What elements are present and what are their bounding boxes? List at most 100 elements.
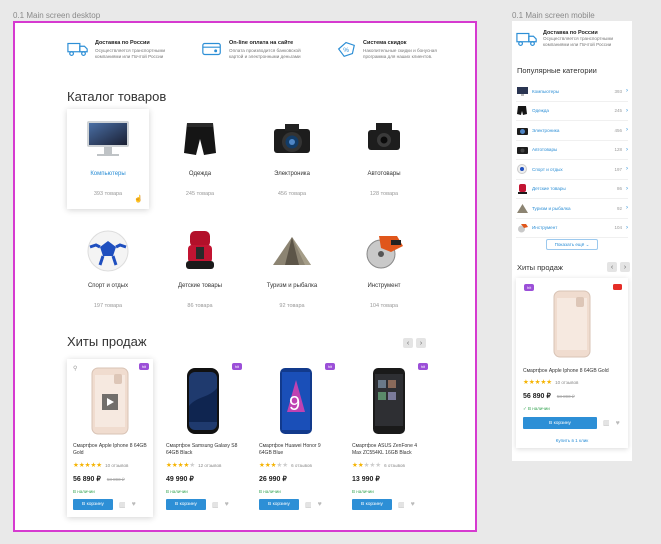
mobile-category-item[interactable]: Спорт и отдых 197 › <box>516 160 628 180</box>
compare-icon[interactable]: ▥ <box>603 419 610 427</box>
shorts-icon <box>516 106 528 116</box>
truck-icon <box>67 42 88 57</box>
chevron-left-icon[interactable]: ‹ <box>607 262 617 272</box>
hits-carousel-arrows: ‹ › <box>403 338 426 348</box>
heart-icon[interactable]: ♥ <box>132 501 136 508</box>
video-icon[interactable] <box>613 284 622 290</box>
product-name[interactable]: Смартфон ASUS ZenFone 4 Max ZC554KL 16GB… <box>352 443 426 457</box>
feature-text: Оплата производится банковской картой и … <box>229 48 301 59</box>
mobile-feature-delivery: Доставка по России Осуществляется транспо… <box>516 30 629 48</box>
mobile-product-card[interactable]: hit Смартфон Apple Iphone 8 64GB Gold ★★… <box>516 278 628 448</box>
category-count: 245 товара <box>185 191 215 197</box>
compare-icon[interactable]: ▥ <box>398 501 405 509</box>
category-card-electronics[interactable]: Электроника 456 товара <box>251 109 333 209</box>
category-card-tools[interactable]: Инструмент 104 товара <box>343 221 425 321</box>
price: 56 890 ₽ <box>73 476 101 483</box>
feature-text: Осуществляется транспортными компаниями … <box>543 36 614 47</box>
category-count: 104 <box>614 225 622 231</box>
category-name: Электроника <box>274 171 310 177</box>
discount-icon: % <box>337 41 355 58</box>
chevron-right-icon[interactable]: › <box>416 338 426 348</box>
compare-icon[interactable]: ▥ <box>212 501 219 509</box>
compare-icon[interactable]: ▥ <box>305 501 312 509</box>
dashcam-icon <box>516 145 528 155</box>
chevron-right-icon: › <box>626 224 628 231</box>
feature-title: Система скидок <box>363 40 407 46</box>
feature-payment: On-line оплата на сайте Оплата производит… <box>201 40 313 60</box>
add-to-cart-button[interactable]: В корзину <box>352 499 392 510</box>
category-card-computers[interactable]: Компьютеры 393 товара ☝ <box>67 109 149 209</box>
category-card-clothes[interactable]: Одежда 245 товара <box>159 109 241 209</box>
compare-icon[interactable]: ▥ <box>119 501 126 509</box>
category-count: 456 товара <box>277 191 307 197</box>
catalog-title: Каталог товаров <box>67 89 167 104</box>
product-name[interactable]: Смартфон Apple Iphone 8 64GB Gold <box>523 368 621 374</box>
mobile-category-item[interactable]: Одежда 245 › <box>516 102 628 121</box>
add-to-cart-button[interactable]: В корзину <box>259 499 299 510</box>
mobile-category-item[interactable]: Электроника 456 › <box>516 121 628 141</box>
catalog-grid: Компьютеры 393 товара ☝ Одежда 245 товар… <box>67 109 437 321</box>
mobile-category-item[interactable]: Компьютеры 393 › <box>516 82 628 102</box>
product-card[interactable]: hit Смартфон ASUS ZenFone 4 Max ZC554KL … <box>346 359 432 517</box>
popular-categories-title: Популярные категории <box>517 66 597 75</box>
product-name[interactable]: Смартфон Apple Iphone 8 64GB Gold <box>73 443 147 457</box>
price: 13 990 ₽ <box>352 476 380 483</box>
mobile-hits-arrows: ‹ › <box>607 262 630 272</box>
add-to-cart-button[interactable]: В корзину <box>166 499 206 510</box>
product-card[interactable]: ⚲ hit Смартфон Apple Iphone 8 64GB Gold … <box>67 359 153 517</box>
chevron-right-icon[interactable]: › <box>620 262 630 272</box>
mobile-category-item[interactable]: Автотовары 128 › <box>516 141 628 160</box>
mobile-category-item[interactable]: Туризм и рыбалка 92 › <box>516 199 628 219</box>
category-name: Детские товары <box>532 186 566 192</box>
star-rating-icon: ★★★★★ <box>523 379 553 386</box>
star-rating-icon: ★★★★★ <box>352 462 382 469</box>
rating: ★★★★★ 6 отзывов <box>259 461 333 469</box>
hit-badge: hit <box>417 363 428 370</box>
star-rating-icon: ★★★★★ <box>166 462 196 469</box>
add-to-cart-button[interactable]: В корзину <box>523 417 597 429</box>
buy-one-click-link[interactable]: Купить в 1 клик <box>523 438 621 443</box>
rating: ★★★★★ 10 отзывов <box>523 378 621 386</box>
feature-discount: % Система скидок Накопительные скидки и б… <box>335 40 447 60</box>
add-to-cart-button[interactable]: В корзину <box>73 499 113 510</box>
asus-image <box>373 368 405 434</box>
feature-title: On-line оплата на сайте <box>229 40 294 46</box>
category-card-kids[interactable]: Детские товары 86 товара <box>159 221 241 321</box>
svg-text:9: 9 <box>289 393 300 415</box>
mobile-category-item[interactable]: Инструмент 104 › <box>516 219 628 238</box>
zoom-icon[interactable]: ⚲ <box>73 365 77 372</box>
tent-icon <box>516 203 528 213</box>
reviews-count[interactable]: 10 отзывов <box>105 463 128 468</box>
desktop-frame: Доставка по России Осуществляется транспо… <box>13 21 477 532</box>
availability: В наличии <box>73 489 95 494</box>
product-card[interactable]: hit 9 Смартфон Huawei Honor 9 64GB Blue … <box>253 359 339 517</box>
category-card-auto[interactable]: Автотовары 128 товара <box>343 109 425 209</box>
reviews-count[interactable]: 6 отзывов <box>291 463 312 468</box>
heart-icon[interactable]: ♥ <box>225 501 229 508</box>
reviews-count[interactable]: 10 отзывов <box>555 380 578 385</box>
heart-icon[interactable]: ♥ <box>411 501 415 508</box>
mobile-category-item[interactable]: Детские товары 86 › <box>516 180 628 199</box>
hit-badge: hit <box>231 363 242 370</box>
chevron-right-icon: › <box>626 166 628 173</box>
category-count: 128 <box>614 147 622 153</box>
chevron-left-icon[interactable]: ‹ <box>403 338 413 348</box>
chevron-right-icon: › <box>626 127 628 134</box>
category-count: 92 товара <box>279 303 305 309</box>
product-name[interactable]: Смартфон Huawei Honor 9 64GB Blue <box>259 443 333 457</box>
heart-icon[interactable]: ♥ <box>616 420 620 427</box>
heart-icon[interactable]: ♥ <box>318 501 322 508</box>
category-card-sport[interactable]: Спорт и отдых 197 товара <box>67 221 149 321</box>
show-more-button[interactable]: Показать ещё ⌄ <box>546 239 598 250</box>
product-card[interactable]: hit Смартфон Samsung Galaxy S8 64GB Blac… <box>160 359 246 517</box>
reviews-count[interactable]: 6 отзывов <box>384 463 405 468</box>
category-card-tourism[interactable]: Туризм и рыбалка 92 товара <box>251 221 333 321</box>
iphone-image <box>553 290 591 358</box>
product-name[interactable]: Смартфон Samsung Galaxy S8 64GB Black <box>166 443 240 457</box>
feature-text: Осуществляется транспортными компаниями … <box>95 48 166 59</box>
availability: ✓ В наличии <box>523 406 550 411</box>
rating: ★★★★★ 10 отзывов <box>73 461 147 469</box>
mobile-categories-list: Компьютеры 393 › Одежда 245 › Электроника 456… <box>516 82 628 238</box>
reviews-count[interactable]: 12 отзывов <box>198 463 221 468</box>
saw-icon <box>516 223 528 233</box>
